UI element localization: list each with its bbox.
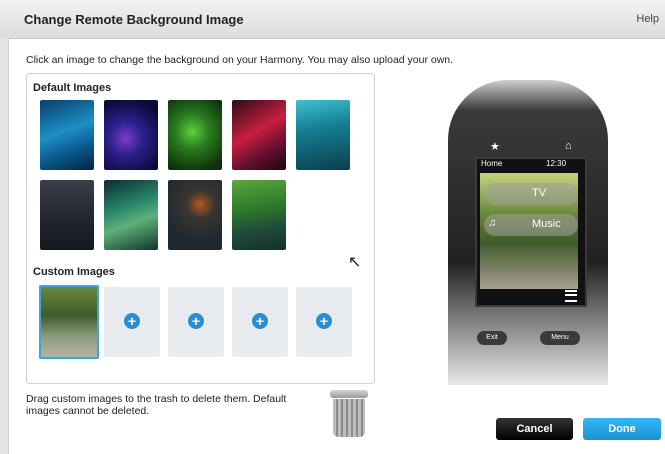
activity-label: Music bbox=[532, 218, 561, 230]
activity-pill-tv: TV bbox=[484, 183, 578, 205]
add-custom-image-slot-1[interactable]: + bbox=[104, 287, 160, 357]
title-bar: Change Remote Background Image Help bbox=[0, 0, 665, 39]
activity-pill-music: ♫ Music bbox=[484, 214, 578, 236]
music-note-icon: ♫ bbox=[488, 217, 497, 229]
trash-lid bbox=[330, 390, 368, 398]
add-custom-image-slot-3[interactable]: + bbox=[232, 287, 288, 357]
default-image-leaf[interactable] bbox=[232, 180, 286, 250]
dialog-title: Change Remote Background Image bbox=[24, 12, 244, 27]
drag-to-trash-note: Drag custom images to the trash to delet… bbox=[26, 393, 287, 417]
plus-icon: + bbox=[124, 313, 140, 329]
plus-icon: + bbox=[188, 313, 204, 329]
plus-icon: + bbox=[316, 313, 332, 329]
home-icon: ⌂ bbox=[565, 140, 572, 152]
add-custom-image-slot-2[interactable]: + bbox=[168, 287, 224, 357]
help-link[interactable]: Help bbox=[636, 13, 659, 25]
default-image-dark[interactable] bbox=[40, 180, 94, 250]
activity-label: TV bbox=[532, 187, 547, 199]
default-image-blue[interactable] bbox=[40, 100, 94, 170]
remote-menu-button: Menu bbox=[540, 331, 580, 345]
done-button[interactable]: Done bbox=[583, 418, 661, 440]
default-images-label: Default Images bbox=[33, 82, 112, 94]
default-image-aurora[interactable] bbox=[104, 180, 158, 250]
default-image-koi[interactable] bbox=[168, 180, 222, 250]
custom-images-label: Custom Images bbox=[33, 266, 115, 278]
default-image-red[interactable] bbox=[232, 100, 286, 170]
cancel-button[interactable]: Cancel bbox=[496, 418, 573, 440]
trash-body bbox=[333, 399, 365, 437]
add-custom-image-slot-4[interactable]: + bbox=[296, 287, 352, 357]
trash-icon[interactable] bbox=[330, 390, 368, 438]
star-icon: ★ bbox=[490, 141, 500, 153]
remote-exit-button: Exit bbox=[477, 331, 507, 345]
instructions-text: Click an image to change the background … bbox=[26, 54, 454, 66]
default-image-purple[interactable] bbox=[104, 100, 158, 170]
default-image-green[interactable] bbox=[168, 100, 222, 170]
remote-status-text: Home bbox=[481, 159, 503, 168]
plus-icon: + bbox=[252, 313, 268, 329]
frame-edge bbox=[0, 38, 9, 454]
default-image-teal[interactable] bbox=[296, 100, 350, 170]
custom-image-selected[interactable] bbox=[39, 285, 99, 359]
remote-time-text: 12:30 bbox=[546, 159, 567, 168]
menu-icon bbox=[565, 290, 577, 302]
mouse-cursor-icon: ↖ bbox=[348, 254, 362, 271]
